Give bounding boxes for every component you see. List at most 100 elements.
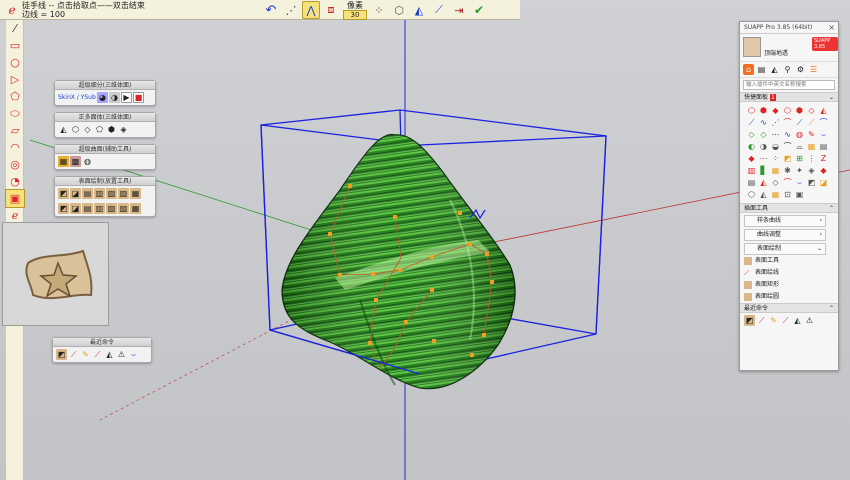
- pentagon-icon[interactable]: ⬠: [6, 88, 24, 105]
- surface-icon[interactable]: ▩: [70, 156, 81, 167]
- tool-icon[interactable]: ⌒: [782, 177, 793, 188]
- recent-icon[interactable]: ◭: [792, 315, 803, 326]
- tool-icon[interactable]: ✎: [806, 129, 817, 140]
- subd-icon[interactable]: ◕: [97, 92, 108, 103]
- tool-icon[interactable]: ◪: [818, 177, 829, 188]
- tool-icon[interactable]: ⋰: [770, 117, 781, 128]
- select-icon[interactable]: ⁄: [6, 20, 24, 37]
- circle-icon[interactable]: ○: [6, 54, 24, 71]
- freehand-icon[interactable]: ℯ: [3, 1, 21, 19]
- smooth-icon[interactable]: ◑: [109, 92, 120, 103]
- tool-icon[interactable]: ◍: [794, 129, 805, 140]
- face-tool-14-icon[interactable]: ▦: [130, 203, 141, 214]
- tool-icon[interactable]: ⌣: [794, 177, 805, 188]
- tool-icon[interactable]: ◆: [770, 105, 781, 116]
- tool-icon[interactable]: ◩: [806, 177, 817, 188]
- face-tool-1-icon[interactable]: ◩: [58, 188, 69, 199]
- polyline-icon[interactable]: ⋀: [302, 1, 320, 19]
- tool-icon[interactable]: ∿: [782, 129, 793, 140]
- close-icon[interactable]: ×: [828, 22, 835, 34]
- recent-icon[interactable]: ◩: [744, 315, 755, 326]
- sphere-icon[interactable]: ◍: [82, 156, 93, 167]
- tool-icon[interactable]: ⟋: [806, 117, 817, 128]
- menu-icon[interactable]: ☰: [808, 64, 819, 75]
- spiral-icon[interactable]: ◎: [6, 156, 24, 173]
- tool-icon[interactable]: ◑: [758, 141, 769, 152]
- chevron-down-icon[interactable]: ⌄: [829, 93, 834, 103]
- recent-2-icon[interactable]: ⟋: [68, 349, 79, 360]
- tool-icon[interactable]: ◇: [758, 129, 769, 140]
- submenu-curve-adjust[interactable]: 曲线调整 ›: [744, 229, 826, 241]
- 3d-viewport[interactable]: [0, 0, 850, 480]
- face-tool-12-icon[interactable]: ▧: [106, 203, 117, 214]
- tool-icon[interactable]: ✦: [794, 165, 805, 176]
- tool-icon[interactable]: ◭: [758, 189, 769, 200]
- tool-icon[interactable]: ◭: [758, 177, 769, 188]
- tool-icon[interactable]: ▤: [818, 141, 829, 152]
- dodeca-icon[interactable]: ⬠: [94, 124, 105, 135]
- arc-icon[interactable]: ◠: [6, 139, 24, 156]
- search-input[interactable]: 输入插件中英文名称搜索: [743, 80, 835, 90]
- tool-icon[interactable]: ⌒: [782, 117, 793, 128]
- face-tool-10-icon[interactable]: ▤: [82, 203, 93, 214]
- tool-icon[interactable]: ◈: [806, 165, 817, 176]
- triangle-tool-icon[interactable]: ▷: [6, 71, 24, 88]
- tool-icon[interactable]: ⬢: [794, 105, 805, 116]
- list-item[interactable]: ⟋ 表面绘线: [740, 267, 838, 279]
- tool-icon[interactable]: ⌒: [818, 117, 829, 128]
- list-item[interactable]: 表面工具: [740, 255, 838, 267]
- face-tool-9-icon[interactable]: ◪: [70, 203, 81, 214]
- collapse-icon[interactable]: ⌃: [829, 204, 834, 214]
- face-tool-4-icon[interactable]: ▥: [94, 188, 105, 199]
- recent-5-icon[interactable]: ◭: [104, 349, 115, 360]
- geo-icon[interactable]: ◈: [118, 124, 129, 135]
- tool-icon[interactable]: ▋: [758, 165, 769, 176]
- quick-panel-header[interactable]: 快捷面板 1 ⌄: [740, 92, 838, 102]
- tool-icon[interactable]: Z: [818, 153, 829, 164]
- tool-icon[interactable]: ⋮: [806, 153, 817, 164]
- recent-4-icon[interactable]: ⟋: [92, 349, 103, 360]
- tool-icon[interactable]: ◐: [746, 141, 757, 152]
- plugin-tools-header[interactable]: 插面工具 ⌃: [740, 203, 838, 213]
- tool-icon[interactable]: ⊡: [782, 189, 793, 200]
- face-tool-3-icon[interactable]: ▤: [82, 188, 93, 199]
- ellipse-icon[interactable]: ⬭: [6, 105, 24, 122]
- rectangle-icon[interactable]: ▭: [6, 37, 24, 54]
- recent-7-icon[interactable]: ⌣: [128, 349, 139, 360]
- tool-icon[interactable]: ✱: [782, 165, 793, 176]
- tool-icon[interactable]: ⬡: [746, 189, 757, 200]
- recent-1-icon[interactable]: ◩: [56, 349, 67, 360]
- tool-icon[interactable]: ⁘: [770, 153, 781, 164]
- recent-3-icon[interactable]: ✎: [80, 349, 91, 360]
- face-tool-11-icon[interactable]: ▥: [94, 203, 105, 214]
- tool-icon[interactable]: ▥: [746, 165, 757, 176]
- octa-icon[interactable]: ◇: [82, 124, 93, 135]
- recent-icon[interactable]: ⟋: [756, 315, 767, 326]
- box-icon[interactable]: ⬡: [390, 1, 408, 19]
- split-icon[interactable]: ⧈: [322, 1, 340, 19]
- tool-icon[interactable]: ◭: [818, 105, 829, 116]
- tool-icon[interactable]: ◇: [806, 105, 817, 116]
- tool-icon[interactable]: ◆: [746, 153, 757, 164]
- tool-icon[interactable]: ◇: [770, 177, 781, 188]
- face-tool-6-icon[interactable]: ▨: [118, 188, 129, 199]
- list-item[interactable]: 表面矩形: [740, 279, 838, 291]
- tool-icon[interactable]: ⌣: [818, 129, 829, 140]
- cube-icon[interactable]: ⬡: [70, 124, 81, 135]
- home-icon[interactable]: ⌂: [743, 64, 754, 75]
- tool-icon[interactable]: ∿: [758, 117, 769, 128]
- recent-icon[interactable]: ⟋: [780, 315, 791, 326]
- recent-icon[interactable]: ⚠: [804, 315, 815, 326]
- move-points-icon[interactable]: ⁘: [370, 1, 388, 19]
- tool-icon[interactable]: ◒: [770, 141, 781, 152]
- tool-icon[interactable]: ▣: [794, 189, 805, 200]
- recent-6-icon[interactable]: ⚠: [116, 349, 127, 360]
- tool-icon[interactable]: ⟋: [794, 117, 805, 128]
- face-tool-8-icon[interactable]: ◩: [58, 203, 69, 214]
- pie-icon[interactable]: ◔: [6, 173, 24, 190]
- tool-icon[interactable]: ⬢: [758, 105, 769, 116]
- layers-icon[interactable]: ▤: [756, 64, 767, 75]
- face-tool-2-icon[interactable]: ◪: [70, 188, 81, 199]
- stop-icon[interactable]: ■: [133, 92, 144, 103]
- cube-yellow-icon[interactable]: ▦: [58, 156, 69, 167]
